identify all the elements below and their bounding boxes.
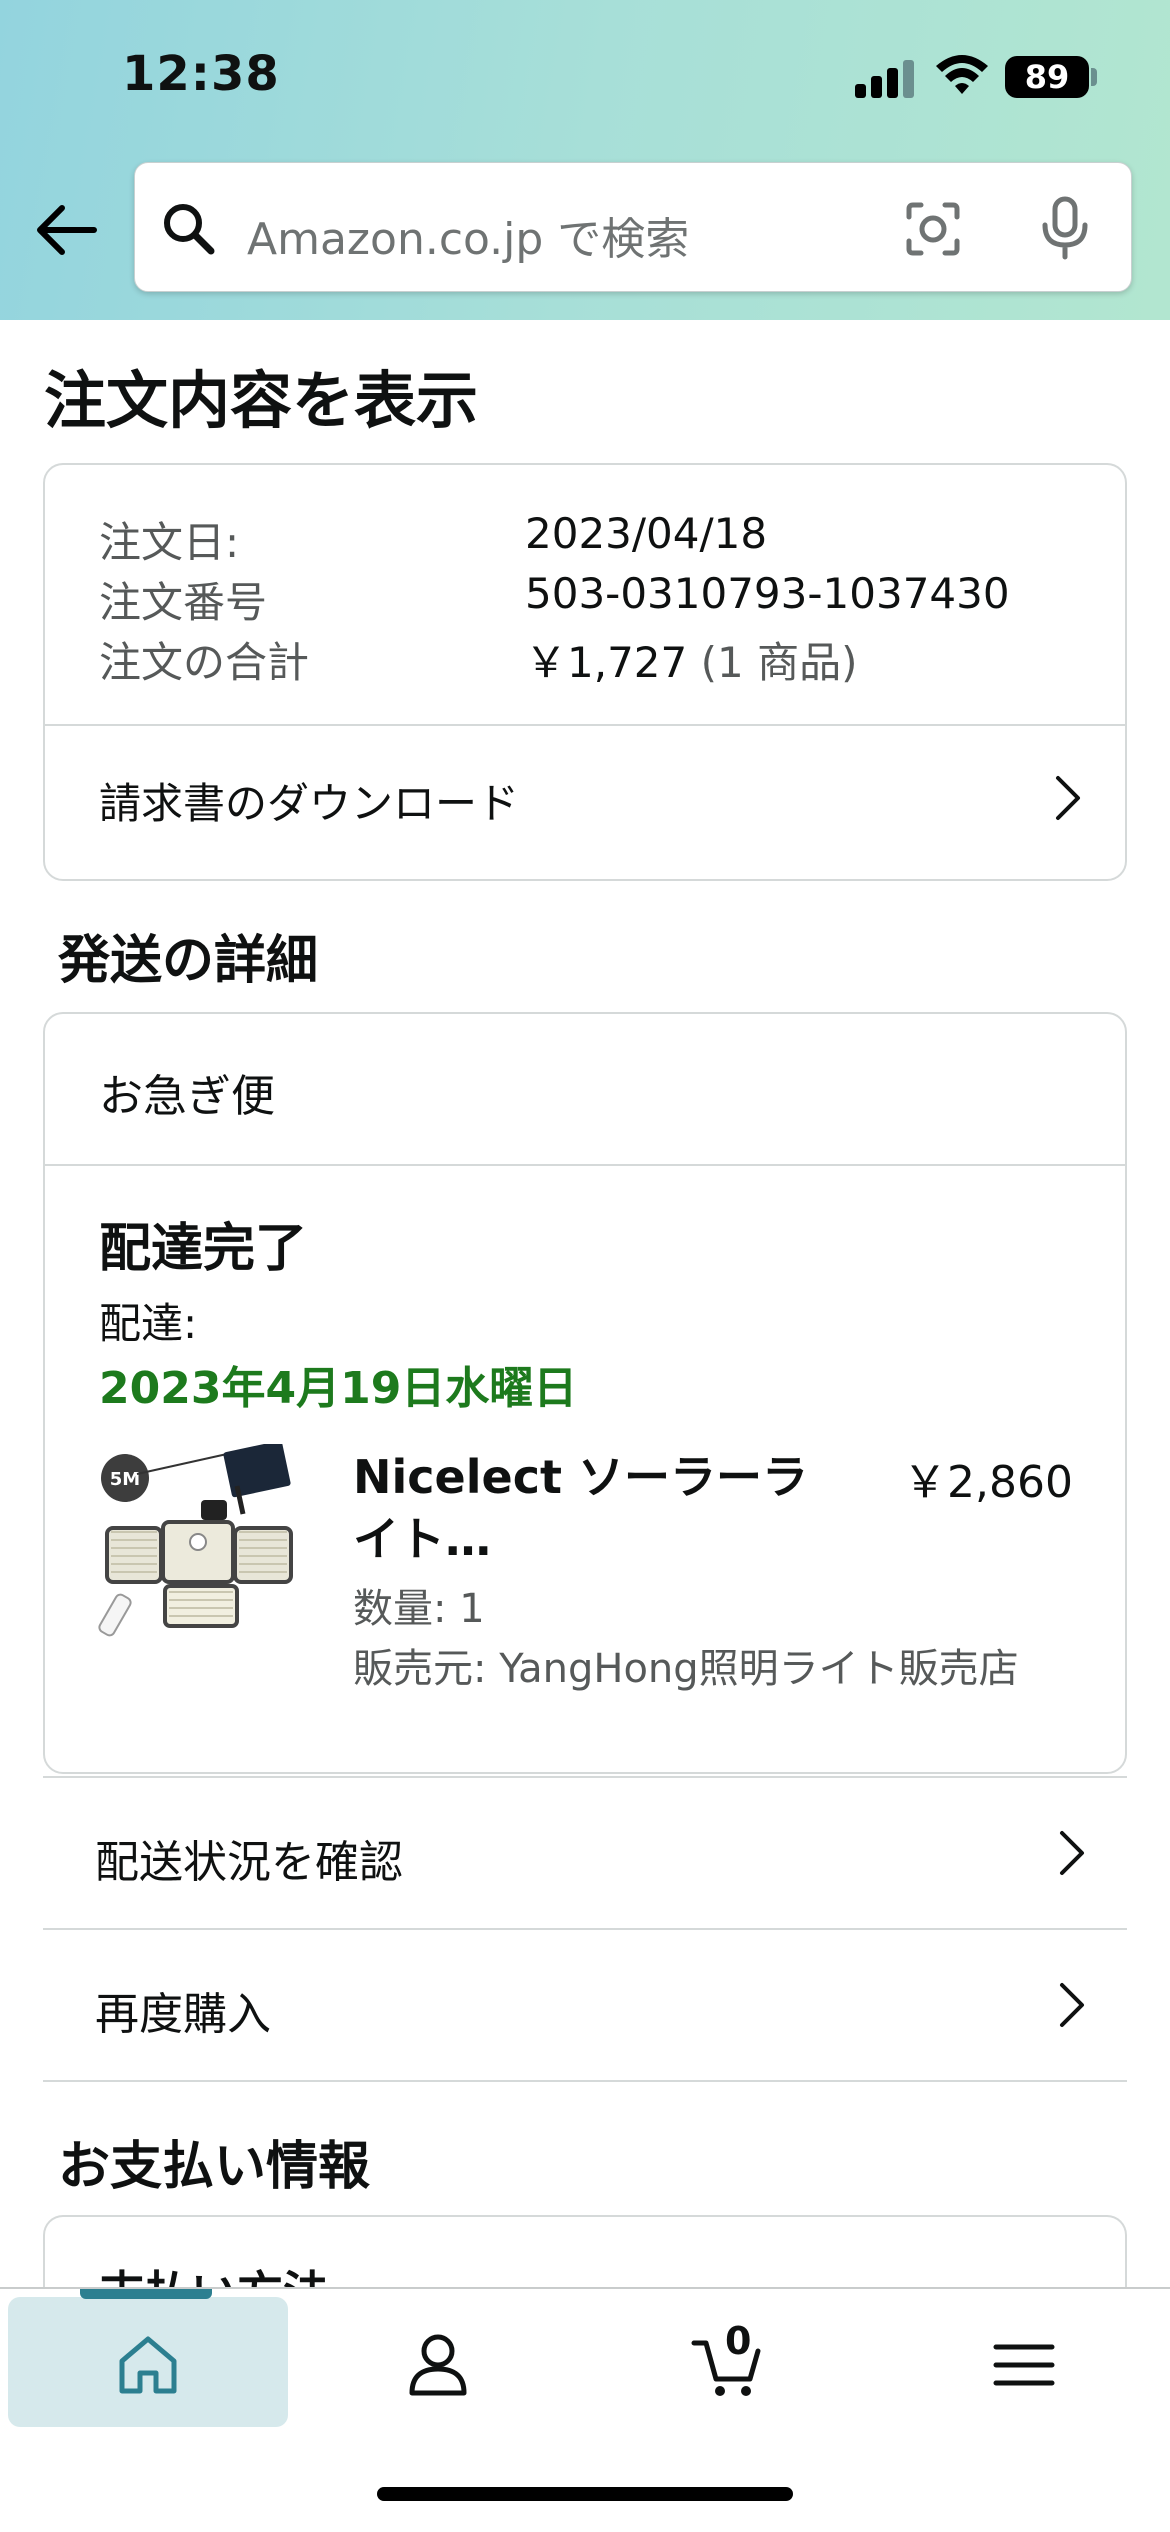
- camera-scan-icon[interactable]: [903, 199, 963, 259]
- search-input[interactable]: Amazon.co.jp で検索: [247, 203, 689, 267]
- divider: [45, 1164, 1125, 1166]
- nav-active-indicator: [80, 2289, 212, 2299]
- buy-again-link[interactable]: 再度購入: [95, 1978, 271, 2042]
- track-package-row[interactable]: 配送状況を確認: [43, 1776, 1127, 1926]
- order-summary-card: 注文日: 2023/04/18 注文番号 503-0310793-1037430…: [43, 463, 1127, 881]
- buy-again-row[interactable]: 再度購入: [43, 1928, 1127, 2078]
- order-date-value: 2023/04/18: [525, 509, 768, 558]
- product-image[interactable]: 5M: [97, 1444, 307, 1644]
- payment-section-title: お支払い情報: [58, 2137, 371, 2197]
- product-quantity: 数量: 1: [353, 1586, 485, 1632]
- delivery-status: 配達完了: [99, 1219, 308, 1279]
- menu-icon[interactable]: [988, 2329, 1060, 2401]
- shipping-section-title: 発送の詳細: [58, 931, 319, 991]
- account-icon[interactable]: [402, 2329, 474, 2401]
- battery-tip: [1091, 68, 1097, 86]
- order-number-label: 注文番号: [99, 578, 268, 627]
- invoice-download-link[interactable]: 請求書のダウンロード: [99, 770, 519, 831]
- chevron-right-icon: [1060, 1983, 1084, 2027]
- cart-icon[interactable]: [690, 2329, 762, 2401]
- header-bar: 12:38 89 Amazon.co.jp で検索: [0, 0, 1170, 320]
- track-package-link[interactable]: 配送状況を確認: [95, 1826, 403, 1890]
- delivered-label: 配達:: [99, 1299, 198, 1348]
- search-icon: [164, 204, 215, 255]
- product-image-badge: 5M: [110, 1469, 140, 1490]
- order-total-amount: ￥1,727: [525, 638, 688, 687]
- order-total-items: (1 商品): [700, 638, 858, 687]
- shipping-card: お急ぎ便 配達完了 配達: 2023年4月19日水曜日 5M Nicelect …: [43, 1012, 1127, 1774]
- order-total-label: 注文の合計: [99, 638, 310, 687]
- microphone-icon[interactable]: [1035, 195, 1095, 263]
- delivered-date: 2023年4月19日水曜日: [99, 1363, 578, 1414]
- home-indicator-bar: [377, 2487, 793, 2501]
- search-box[interactable]: Amazon.co.jp で検索: [134, 162, 1132, 292]
- divider: [45, 724, 1125, 726]
- home-icon[interactable]: [112, 2329, 184, 2401]
- page-title: 注文内容を表示: [44, 364, 479, 437]
- product-price: ￥2,860: [903, 1457, 1073, 1508]
- status-time: 12:38: [122, 46, 280, 102]
- product-seller: 販売元: YangHong照明ライト販売店: [353, 1646, 1019, 1692]
- wifi-icon: [936, 55, 988, 94]
- product-name-link[interactable]: Nicelect ソーラーライト…: [353, 1446, 813, 1570]
- shipping-speed: お急ぎ便: [99, 1071, 275, 1122]
- divider: [43, 2080, 1127, 2082]
- order-number-value: 503-0310793-1037430: [525, 569, 1010, 618]
- cellular-signal-icon: [855, 58, 915, 98]
- order-total-value: ￥1,727 (1 商品): [525, 629, 857, 690]
- chevron-right-icon: [1056, 776, 1080, 820]
- battery-indicator: 89: [1005, 56, 1089, 98]
- order-date-label: 注文日:: [99, 518, 240, 567]
- chevron-right-icon: [1060, 1831, 1084, 1875]
- back-arrow-icon[interactable]: [34, 198, 98, 262]
